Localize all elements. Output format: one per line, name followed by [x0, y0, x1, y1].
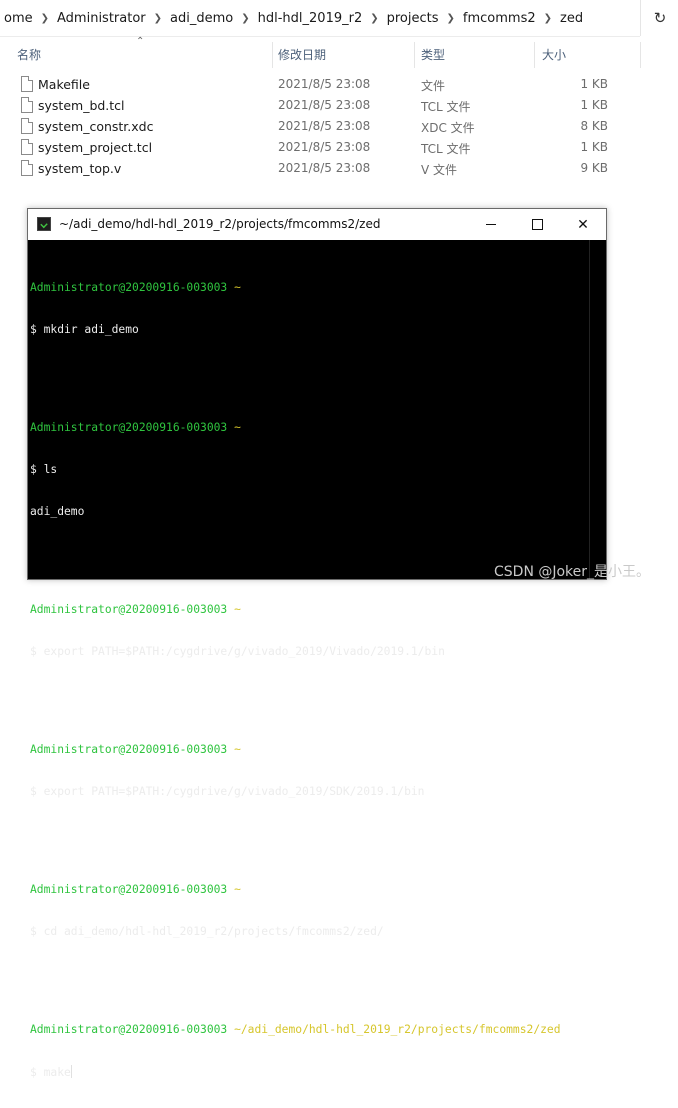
prompt-path: ~ — [234, 603, 241, 616]
prompt-path: ~/adi_demo/hdl-hdl_2019_r2/projects/fmco… — [234, 1023, 561, 1036]
terminal-prompt: Administrator@20200916-003003 ~ — [30, 743, 590, 757]
file-modified: 2021/8/5 23:08 — [278, 161, 371, 175]
chevron-right-icon[interactable]: ❯ — [540, 13, 556, 24]
file-modified: 2021/8/5 23:08 — [278, 119, 371, 133]
breadcrumb-item[interactable]: Administrator — [53, 11, 150, 26]
terminal-prompt: Administrator@20200916-003003 ~ — [30, 603, 590, 617]
file-size: 1 KB — [580, 77, 608, 91]
prompt-user: Administrator@20200916-003003 — [30, 603, 228, 616]
prompt-path: ~ — [234, 743, 241, 756]
breadcrumb-item[interactable]: hdl-hdl_2019_r2 — [254, 11, 367, 26]
file-row[interactable]: Makefile 2021/8/5 23:08 文件 1 KB — [0, 75, 640, 96]
column-divider[interactable] — [534, 42, 535, 68]
minimize-button[interactable] — [468, 209, 514, 240]
terminal-prompt: Administrator@20200916-003003 ~ — [30, 281, 590, 295]
terminal-command: $ mkdir adi_demo — [30, 323, 139, 336]
terminal-output-line: adi_demo — [30, 505, 85, 518]
prompt-user: Administrator@20200916-003003 — [30, 421, 228, 434]
file-name: system_project.tcl — [38, 140, 153, 155]
close-icon: ✕ — [577, 216, 589, 233]
refresh-icon[interactable]: ↻ — [640, 0, 678, 36]
file-name: system_top.v — [38, 161, 122, 176]
prompt-user: Administrator@20200916-003003 — [30, 743, 228, 756]
column-divider[interactable] — [414, 42, 415, 68]
prompt-path: ~ — [234, 883, 241, 896]
terminal-command: $ export PATH=$PATH:/cygdrive/g/vivado_2… — [30, 645, 445, 658]
file-row[interactable]: system_constr.xdc 2021/8/5 23:08 XDC 文件 … — [0, 117, 640, 138]
terminal-command: $ make — [30, 1066, 71, 1079]
minimize-icon — [486, 224, 496, 225]
column-divider[interactable] — [272, 42, 273, 68]
terminal-prompt: Administrator@20200916-003003 ~ — [30, 883, 590, 897]
terminal-output[interactable]: Administrator@20200916-003003 ~ $ mkdir … — [28, 240, 590, 1079]
file-row[interactable]: system_project.tcl 2021/8/5 23:08 TCL 文件… — [0, 138, 640, 159]
chevron-right-icon[interactable]: ❯ — [150, 13, 166, 24]
file-name: system_constr.xdc — [38, 119, 154, 134]
column-header-row: 名称 修改日期 类型 大小 — [0, 38, 678, 72]
file-icon — [21, 97, 33, 113]
terminal-app-icon[interactable] — [37, 217, 51, 231]
file-type: XDC 文件 — [421, 121, 475, 135]
file-type: 文件 — [421, 79, 446, 93]
watermark: CSDN @Joker_是小王。 — [494, 564, 651, 580]
close-button[interactable]: ✕ — [560, 209, 606, 240]
file-icon — [21, 76, 33, 92]
file-name: Makefile — [38, 77, 90, 92]
maximize-icon — [531, 219, 543, 230]
chevron-right-icon[interactable]: ❯ — [37, 13, 53, 24]
file-icon — [21, 118, 33, 134]
prompt-path: ~ — [234, 281, 241, 294]
terminal-command: $ ls — [30, 463, 58, 476]
terminal-command-line: $ make — [30, 1065, 590, 1080]
file-icon — [21, 160, 33, 176]
prompt-user: Administrator@20200916-003003 — [30, 281, 228, 294]
terminal-command: $ cd adi_demo/hdl-hdl_2019_r2/projects/f… — [30, 925, 384, 938]
breadcrumb-item[interactable]: projects — [383, 11, 443, 26]
column-header-name[interactable]: 名称 — [17, 38, 41, 72]
breadcrumb-item[interactable]: ome — [0, 11, 37, 26]
maximize-button[interactable] — [514, 209, 560, 240]
file-type: V 文件 — [421, 163, 458, 177]
terminal-title: ~/adi_demo/hdl-hdl_2019_r2/projects/fmco… — [59, 217, 381, 231]
terminal-prompt: Administrator@20200916-003003 ~/adi_demo… — [30, 1023, 590, 1037]
file-modified: 2021/8/5 23:08 — [278, 140, 371, 154]
file-row[interactable]: system_top.v 2021/8/5 23:08 V 文件 9 KB — [0, 159, 640, 180]
breadcrumb-item[interactable]: zed — [556, 11, 587, 26]
prompt-user: Administrator@20200916-003003 — [30, 883, 228, 896]
breadcrumb-item[interactable]: adi_demo — [166, 11, 237, 26]
column-header-modified[interactable]: 修改日期 — [278, 38, 326, 72]
terminal-scrollbar[interactable] — [589, 240, 606, 579]
file-name: system_bd.tcl — [38, 98, 125, 113]
column-divider[interactable] — [640, 42, 641, 68]
terminal-window: ~/adi_demo/hdl-hdl_2019_r2/projects/fmco… — [27, 208, 607, 1079]
breadcrumb: ome ❯ Administrator ❯ adi_demo ❯ hdl-hdl… — [0, 0, 640, 37]
prompt-path: ~ — [234, 421, 241, 434]
chevron-right-icon[interactable]: ❯ — [366, 13, 382, 24]
file-row[interactable]: system_bd.tcl 2021/8/5 23:08 TCL 文件 1 KB — [0, 96, 640, 117]
text-cursor — [70, 1065, 72, 1078]
terminal-prompt: Administrator@20200916-003003 ~ — [30, 421, 590, 435]
column-header-type[interactable]: 类型 — [421, 38, 445, 72]
file-size: 1 KB — [580, 98, 608, 112]
chevron-right-icon[interactable]: ❯ — [237, 13, 253, 24]
terminal-titlebar[interactable]: ~/adi_demo/hdl-hdl_2019_r2/projects/fmco… — [28, 209, 606, 240]
file-size: 9 KB — [580, 161, 608, 175]
prompt-user: Administrator@20200916-003003 — [30, 1023, 228, 1036]
column-header-size[interactable]: 大小 — [542, 38, 566, 72]
file-type: TCL 文件 — [421, 100, 471, 114]
chevron-right-icon[interactable]: ❯ — [443, 13, 459, 24]
file-size: 1 KB — [580, 140, 608, 154]
file-size: 8 KB — [580, 119, 608, 133]
terminal-command: $ export PATH=$PATH:/cygdrive/g/vivado_2… — [30, 785, 425, 798]
file-modified: 2021/8/5 23:08 — [278, 98, 371, 112]
breadcrumb-item[interactable]: fmcomms2 — [459, 11, 540, 26]
file-modified: 2021/8/5 23:08 — [278, 77, 371, 91]
file-type: TCL 文件 — [421, 142, 471, 156]
file-icon — [21, 139, 33, 155]
